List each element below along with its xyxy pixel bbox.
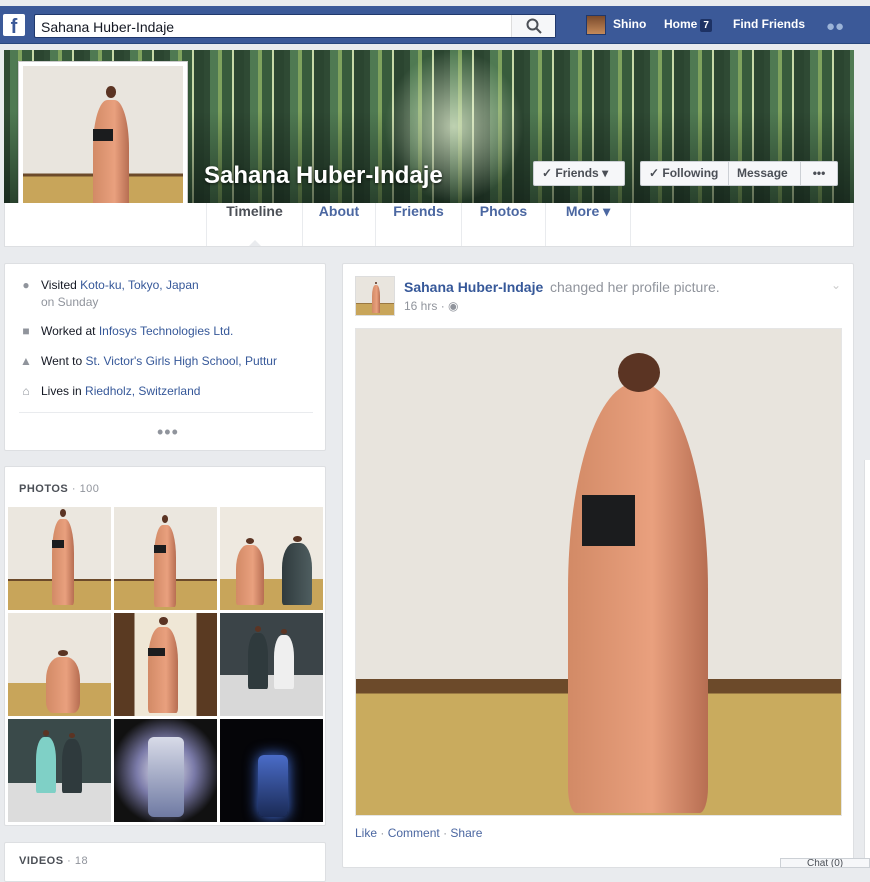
profile-name[interactable]: Sahana Huber-Indaje [204, 162, 443, 190]
photo-thumbnail[interactable] [114, 507, 217, 610]
share-link[interactable]: Share [450, 826, 482, 840]
worked-prefix: Worked at [41, 324, 96, 338]
friend-requests-icon[interactable]: ●● [826, 18, 844, 35]
top-navigation-bar: f Shino Home7 Find Friends ●● [0, 6, 870, 44]
home-notification-badge: 7 [700, 19, 712, 32]
lives-place-link[interactable]: Riedholz, Switzerland [85, 384, 200, 398]
find-friends-link[interactable]: Find Friends [733, 17, 805, 31]
search-icon [526, 18, 542, 34]
videos-heading[interactable]: VIDEOS · 18 [19, 855, 88, 867]
visited-place-link[interactable]: Koto-ku, Tokyo, Japan [80, 278, 199, 292]
comment-link[interactable]: Comment [388, 826, 440, 840]
tab-more-label: More [565, 203, 600, 219]
post-action-text: changed her profile picture. [550, 279, 720, 295]
photo-thumbnail[interactable] [114, 719, 217, 822]
home-icon: ⌂ [22, 384, 30, 398]
user-avatar[interactable] [586, 15, 606, 35]
facebook-logo-icon[interactable]: f [3, 14, 25, 36]
photos-separator: · [71, 483, 76, 495]
lives-line: ⌂ Lives in Riedholz, Switzerland [19, 384, 200, 398]
photos-count: 100 [79, 483, 100, 495]
post-photo[interactable] [355, 328, 842, 816]
photo-thumbnail[interactable] [8, 507, 111, 610]
intro-more-button[interactable]: ••• [157, 422, 179, 443]
videos-count: 18 [74, 855, 89, 867]
tab-photos[interactable]: Photos [462, 203, 546, 246]
profile-figure [93, 85, 129, 220]
message-button[interactable]: Message [728, 161, 801, 186]
photo-thumbnail[interactable] [220, 613, 323, 716]
worked-place-link[interactable]: Infosys Technologies Ltd. [99, 324, 234, 338]
search-input[interactable] [41, 18, 511, 35]
location-pin-icon: ● [22, 278, 30, 292]
photo-thumbnail[interactable] [8, 719, 111, 822]
friends-button[interactable]: ✓ Friends ▾ [533, 161, 625, 186]
visited-when: on Sunday [41, 295, 99, 309]
post-separator: · [440, 299, 445, 313]
intro-divider [19, 412, 313, 413]
profile-tabs: Timeline About Friends Photos More ▾ [4, 203, 854, 247]
post-actions-row: Like · Comment · Share [355, 826, 482, 840]
photos-label: PHOTOS [19, 483, 69, 495]
worked-line: ■ Worked at Infosys Technologies Ltd. [19, 324, 233, 338]
user-profile-link[interactable]: Shino [613, 17, 646, 31]
briefcase-icon: ■ [22, 324, 30, 338]
following-button[interactable]: ✓ Following [640, 161, 729, 186]
photos-heading[interactable]: PHOTOS · 100 [19, 483, 99, 495]
photo-thumbnail[interactable] [220, 719, 323, 822]
post-timestamp[interactable]: 16 hrs · ◉ [404, 299, 459, 313]
videos-label: VIDEOS [19, 855, 64, 867]
search-button[interactable] [511, 15, 555, 37]
tab-friends[interactable]: Friends [376, 203, 462, 246]
intro-card: ● Visited Koto-ku, Tokyo, Japan on Sunday… [4, 263, 326, 451]
post-time-text: 16 hrs [404, 299, 438, 313]
school-icon: ▲ [20, 354, 32, 368]
action-separator: · [380, 826, 385, 840]
profile-picture-image [23, 66, 183, 224]
tab-timeline[interactable]: Timeline [206, 203, 303, 246]
photos-card: PHOTOS · 100 [4, 466, 326, 826]
action-separator: · [443, 826, 448, 840]
education-line: ▲ Went to St. Victor's Girls High School,… [19, 354, 277, 368]
search-box[interactable] [34, 14, 556, 38]
post-author-name[interactable]: Sahana Huber-Indaje [404, 279, 543, 295]
following-button-label: Following [662, 166, 719, 180]
videos-separator: · [67, 855, 72, 867]
photo-thumbnail[interactable] [8, 613, 111, 716]
post-options-chevron-icon[interactable]: ⌄ [831, 278, 841, 292]
like-link[interactable]: Like [355, 826, 377, 840]
school-link[interactable]: St. Victor's Girls High School, Puttur [85, 354, 276, 368]
went-prefix: Went to [41, 354, 83, 368]
right-sidebar-edge [864, 460, 870, 868]
timeline-post: Sahana Huber-Indaje changed her profile … [342, 263, 854, 868]
chat-bar[interactable]: Chat (0) [780, 858, 870, 868]
public-globe-icon: ◉ [448, 299, 459, 313]
lives-prefix: Lives in [41, 384, 82, 398]
visited-prefix: Visited [41, 278, 77, 292]
friends-button-label: Friends [555, 166, 599, 180]
tab-about[interactable]: About [303, 203, 376, 246]
post-author-avatar[interactable] [355, 276, 395, 316]
visited-line: ● Visited Koto-ku, Tokyo, Japan on Sunday [19, 278, 199, 309]
photo-thumbnail[interactable] [220, 507, 323, 610]
photo-thumbnail[interactable] [114, 613, 217, 716]
more-options-button[interactable]: ••• [800, 161, 838, 186]
videos-card: VIDEOS · 18 [4, 842, 326, 882]
tab-more[interactable]: More ▾ [546, 203, 631, 246]
home-label: Home [664, 17, 698, 31]
home-link[interactable]: Home 7 [664, 17, 712, 32]
